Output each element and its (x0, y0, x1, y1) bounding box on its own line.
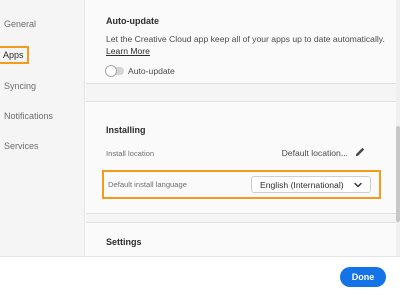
settings-section: Settings (86, 222, 400, 256)
sidebar-item-apps[interactable]: Apps (0, 46, 29, 64)
settings-title: Settings (106, 237, 142, 247)
footer: Done (0, 256, 400, 295)
installing-section: Installing Install location Default loca… (86, 101, 400, 214)
sidebar-item-syncing[interactable]: Syncing (4, 80, 36, 92)
installing-title: Installing (106, 125, 146, 135)
install-location-value: Default location... (281, 148, 348, 158)
language-dropdown-value: English (International) (260, 180, 344, 190)
main-panel: Auto-update Let the Creative Cloud app k… (86, 0, 400, 256)
pencil-icon[interactable] (354, 146, 366, 158)
auto-update-toggle[interactable] (105, 65, 124, 77)
auto-update-toggle-label: Auto-update (128, 66, 175, 76)
sidebar-item-notifications[interactable]: Notifications (4, 110, 53, 122)
install-location-label: Install location (106, 149, 155, 158)
chevron-down-icon (354, 182, 362, 188)
sidebar-item-general[interactable]: General (4, 18, 36, 30)
done-button[interactable]: Done (340, 267, 386, 287)
learn-more-link[interactable]: Learn More (106, 46, 150, 56)
auto-update-section: Auto-update Let the Creative Cloud app k… (86, 0, 400, 84)
auto-update-title: Auto-update (106, 16, 159, 26)
sidebar-item-services[interactable]: Services (4, 140, 39, 152)
default-install-language-row: Default install language English (Intern… (102, 170, 381, 199)
default-install-language-label: Default install language (108, 180, 187, 189)
sidebar: General Apps Syncing Notifications Servi… (0, 0, 85, 256)
toggle-knob (105, 65, 117, 77)
scrollbar[interactable] (396, 0, 400, 256)
scrollbar-thumb[interactable] (396, 126, 400, 222)
auto-update-description: Let the Creative Cloud app keep all of y… (106, 34, 385, 44)
language-dropdown[interactable]: English (International) (251, 176, 371, 193)
preferences-window: General Apps Syncing Notifications Servi… (0, 0, 400, 295)
